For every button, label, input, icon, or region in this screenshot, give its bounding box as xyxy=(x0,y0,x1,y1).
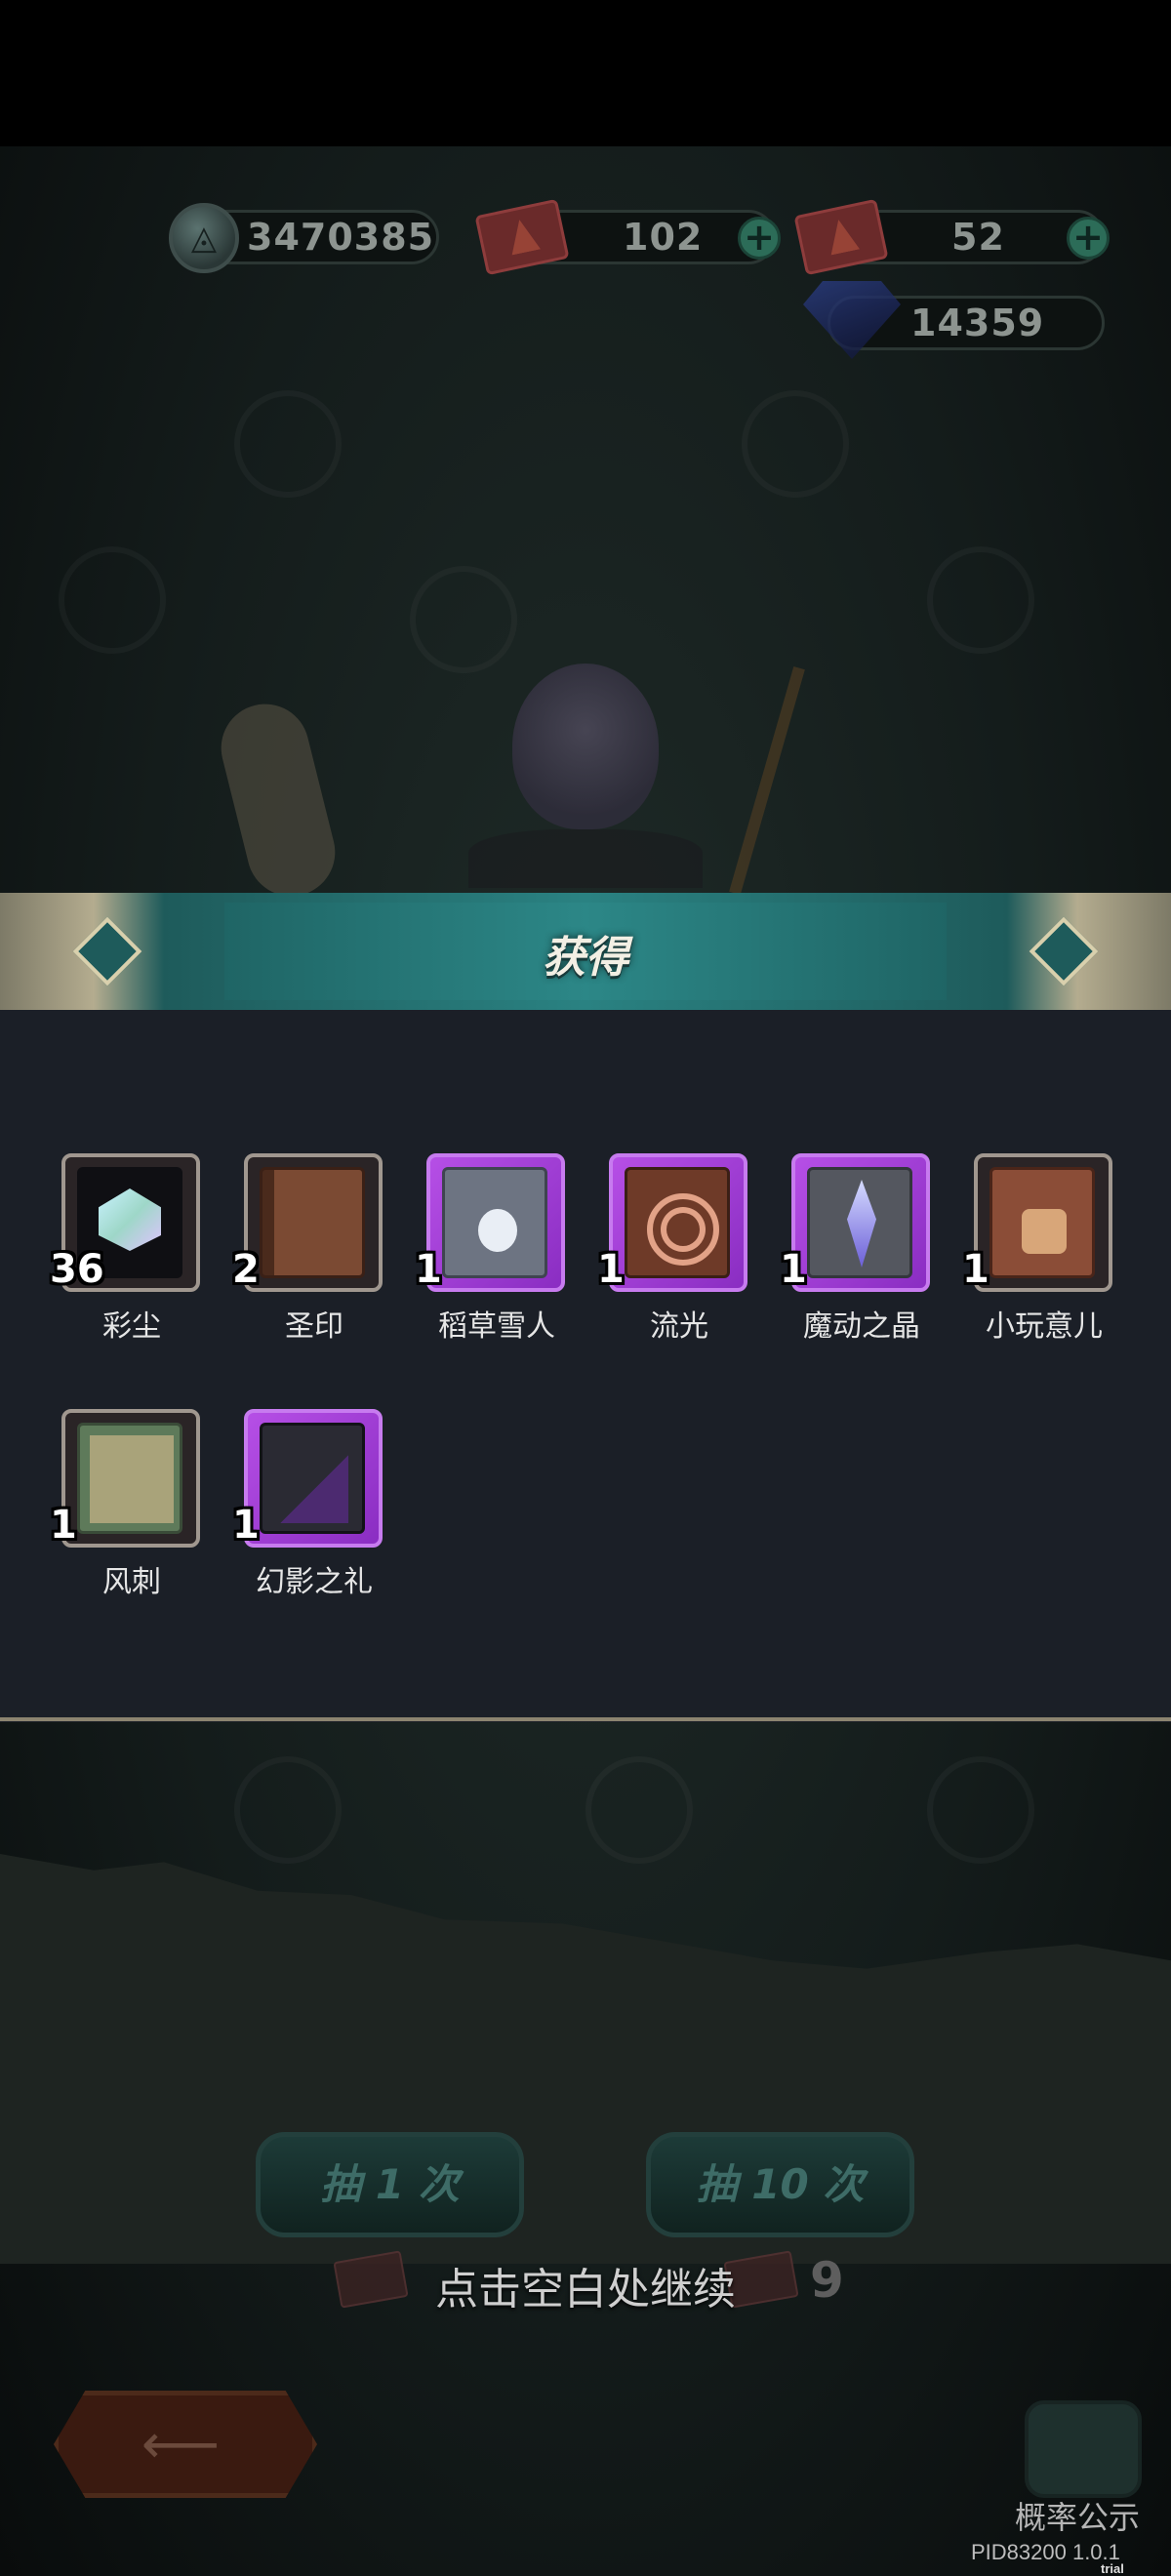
probability-disclosure-link[interactable]: 概率公示 xyxy=(1015,2493,1140,2538)
add-ticket-a-button[interactable]: + xyxy=(738,217,781,260)
item-count: 1 xyxy=(232,1503,260,1548)
ticket-a-value: 102 xyxy=(623,216,704,259)
scarecrow-snowman-icon xyxy=(442,1167,547,1278)
maid-character-body xyxy=(468,829,703,888)
item-count: 1 xyxy=(415,1247,442,1292)
background-emblem xyxy=(586,1756,693,1864)
background-emblem xyxy=(742,390,849,498)
draw-once-button[interactable]: 抽 1 次 xyxy=(256,2132,524,2237)
item-count: 1 xyxy=(962,1247,989,1292)
probability-scroll-icon[interactable] xyxy=(1025,2400,1142,2498)
background-emblem xyxy=(927,546,1034,654)
gadget-book-icon xyxy=(989,1167,1095,1278)
magic-crystal-icon xyxy=(807,1167,912,1278)
build-version: PID83200 1.0.1 xyxy=(971,2540,1120,2564)
ticket-b-value: 52 xyxy=(951,216,1005,259)
ticket-b-counter: 52 + xyxy=(793,198,1110,276)
red-ticket-icon xyxy=(474,198,570,276)
status-bar-area xyxy=(0,0,1171,146)
item-count: 2 xyxy=(232,1247,260,1292)
gacha-screen[interactable]: ◬ 3470385 102 + 52 + 14359 抽 1 次 抽 10 次 … xyxy=(0,0,1171,2576)
ticket-a-counter: 102 + xyxy=(474,198,781,276)
background-emblem xyxy=(234,390,342,498)
background-emblem xyxy=(234,1756,342,1864)
coin-icon: ◬ xyxy=(169,203,239,273)
background-emblem xyxy=(927,1756,1034,1864)
red-ticket-icon xyxy=(793,198,889,276)
gem-value: 14359 xyxy=(910,302,1045,344)
reward-title: 获得 xyxy=(543,933,628,983)
torn-paper-background xyxy=(0,1854,1171,2264)
item-name: 小玩意儿 xyxy=(986,1309,1103,1344)
streaming-light-icon xyxy=(625,1167,730,1278)
phantom-gift-book-icon xyxy=(260,1423,365,1534)
back-arrow-icon: ⟵ xyxy=(141,2413,221,2476)
holy-seal-book-icon xyxy=(260,1167,365,1278)
background-emblem xyxy=(410,566,517,673)
diamond-gem-icon xyxy=(803,281,901,359)
coin-value: 3470385 xyxy=(247,216,435,259)
broom-stick-illustration xyxy=(729,665,805,896)
item-count: 1 xyxy=(780,1247,807,1292)
maid-character-illustration xyxy=(512,664,659,829)
feather-duster-illustration xyxy=(212,695,344,906)
item-count: 1 xyxy=(50,1503,77,1548)
item-name: 幻影之礼 xyxy=(256,1565,373,1599)
tap-to-continue-hint[interactable]: 点击空白处继续 xyxy=(0,2254,1171,2316)
panel-divider xyxy=(0,1717,1171,1721)
background-emblem xyxy=(59,546,166,654)
item-count: 36 xyxy=(50,1247,104,1292)
draw-ten-button[interactable]: 抽 10 次 xyxy=(646,2132,914,2237)
gem-counter: 14359 xyxy=(803,281,1105,359)
add-ticket-b-button[interactable]: + xyxy=(1067,217,1110,260)
item-count: 1 xyxy=(597,1247,625,1292)
trial-version-label: trial version xyxy=(1101,2561,1124,2576)
coin-counter: ◬ 3470385 xyxy=(169,203,439,273)
wind-thorn-scroll-icon xyxy=(77,1423,182,1534)
